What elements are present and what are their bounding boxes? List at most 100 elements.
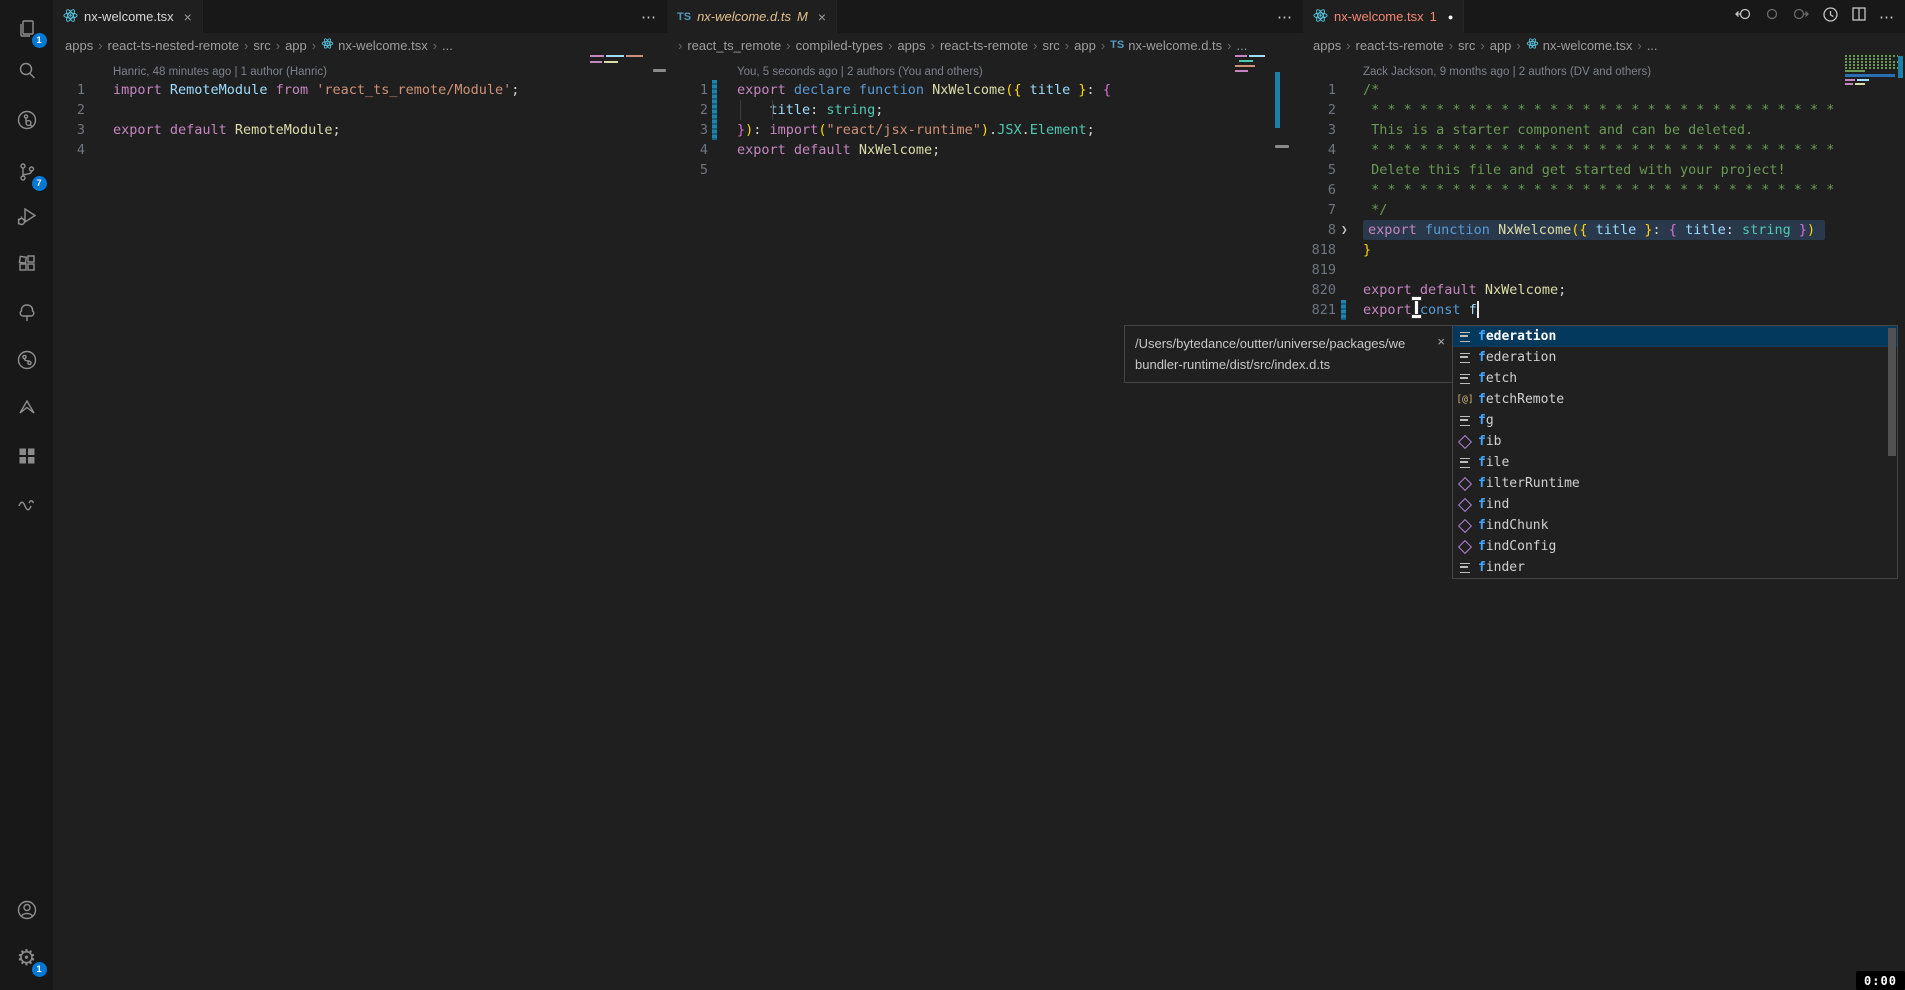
line-number[interactable]: 4 bbox=[667, 140, 708, 160]
suggest-item-findConfig[interactable]: findConfig bbox=[1453, 536, 1897, 557]
gitlens-inspect-icon[interactable] bbox=[13, 106, 41, 134]
extensions-icon[interactable] bbox=[13, 250, 41, 278]
tab-nx-welcome-tsx-left[interactable]: nx-welcome.tsx × bbox=[53, 0, 203, 33]
line-number[interactable]: 820 bbox=[1303, 280, 1336, 300]
line-number[interactable]: 3 bbox=[53, 120, 85, 140]
line-number[interactable]: 2 bbox=[53, 100, 85, 120]
split-editor-icon[interactable] bbox=[1851, 6, 1867, 27]
code-line[interactable]: 1/* bbox=[1303, 80, 1905, 100]
line-number[interactable]: 818 bbox=[1303, 240, 1336, 260]
code-line[interactable]: 4 * * * * * * * * * * * * * * * * * * * … bbox=[1303, 140, 1905, 160]
line-number[interactable]: 6 bbox=[1303, 180, 1336, 200]
line-number[interactable]: 7 bbox=[1303, 200, 1336, 220]
code-line[interactable]: 1export declare function NxWelcome({ tit… bbox=[667, 80, 1303, 100]
close-icon[interactable]: × bbox=[1433, 331, 1445, 352]
line-number[interactable]: 1 bbox=[53, 80, 85, 100]
breadcrumb-item[interactable]: apps bbox=[65, 38, 93, 53]
account-icon[interactable] bbox=[13, 896, 41, 924]
line-number[interactable]: 2 bbox=[667, 100, 708, 120]
breadcrumb-item[interactable]: ... bbox=[1647, 38, 1658, 53]
suggest-item-federation[interactable]: federation bbox=[1453, 326, 1897, 347]
line-number[interactable]: 821 bbox=[1303, 300, 1336, 320]
line-number[interactable]: 4 bbox=[1303, 140, 1336, 160]
line-number[interactable]: 1 bbox=[1303, 80, 1336, 100]
suggest-item-federation[interactable]: federation bbox=[1453, 347, 1897, 368]
code-line[interactable]: 2 * * * * * * * * * * * * * * * * * * * … bbox=[1303, 100, 1905, 120]
line-number[interactable]: 5 bbox=[667, 160, 708, 180]
suggest-scrollbar[interactable] bbox=[1888, 328, 1896, 456]
search-icon[interactable] bbox=[13, 57, 41, 85]
breadcrumb-item[interactable]: apps bbox=[1313, 38, 1341, 53]
editor-more-actions-icon[interactable]: ⋯ bbox=[641, 8, 657, 26]
code-line[interactable]: 819 bbox=[1303, 260, 1905, 280]
code-line[interactable]: 7 */ bbox=[1303, 200, 1905, 220]
code-line[interactable]: 3 This is a starter component and can be… bbox=[1303, 120, 1905, 140]
open-previous-change-icon[interactable] bbox=[1734, 6, 1752, 27]
suggest-item-findChunk[interactable]: findChunk bbox=[1453, 515, 1897, 536]
code-line[interactable]: 5 Delete this file and get started with … bbox=[1303, 160, 1905, 180]
suggest-item-filterRuntime[interactable]: filterRuntime bbox=[1453, 473, 1897, 494]
line-number[interactable]: 1 bbox=[667, 80, 708, 100]
testing-tree-icon[interactable] bbox=[13, 299, 41, 327]
tab-nx-welcome-dts[interactable]: TS nx-welcome.d.ts M × bbox=[667, 0, 837, 33]
git-blame-annotation[interactable]: Zack Jackson, 9 months ago | 2 authors (… bbox=[1303, 57, 1905, 80]
file-history-icon[interactable] bbox=[1822, 6, 1839, 28]
git-blame-annotation[interactable]: You, 5 seconds ago | 2 authors (You and … bbox=[667, 57, 1303, 80]
breadcrumb-item[interactable]: nx-welcome.tsx bbox=[1526, 37, 1633, 53]
code-editor[interactable]: Hanric, 48 minutes ago | 1 author (Hanri… bbox=[53, 57, 667, 990]
tab-close-icon[interactable]: × bbox=[818, 9, 826, 25]
code-line[interactable]: 4export default NxWelcome; bbox=[667, 140, 1303, 160]
dashboard-grid-icon[interactable] bbox=[13, 442, 41, 470]
suggest-item-file[interactable]: file bbox=[1453, 452, 1897, 473]
suggest-item-fetch[interactable]: fetch bbox=[1453, 368, 1897, 389]
run-debug-icon[interactable] bbox=[13, 202, 41, 230]
suggest-item-finder[interactable]: finder bbox=[1453, 557, 1897, 578]
code-line[interactable]: 2 bbox=[53, 100, 667, 120]
breadcrumb-item[interactable]: src bbox=[1458, 38, 1475, 53]
breadcrumb-item[interactable]: ... bbox=[1237, 38, 1248, 53]
suggest-item-fg[interactable]: fg bbox=[1453, 410, 1897, 431]
breadcrumb-item[interactable]: react-ts-remote bbox=[1356, 38, 1444, 53]
suggest-item-fib[interactable]: fib bbox=[1453, 431, 1897, 452]
breadcrumb-item[interactable]: TSnx-welcome.d.ts bbox=[1110, 38, 1222, 53]
code-line[interactable]: 1import RemoteModule from 'react_ts_remo… bbox=[53, 80, 667, 100]
commit-graph-icon[interactable] bbox=[13, 346, 41, 374]
breadcrumb-item[interactable]: app bbox=[1074, 38, 1096, 53]
suggest-item-fetchRemote[interactable]: [@]fetchRemote bbox=[1453, 389, 1897, 410]
breadcrumb-item[interactable]: src bbox=[253, 38, 270, 53]
compare-circle-icon[interactable] bbox=[1764, 6, 1780, 27]
breadcrumb-item[interactable]: react_ts_remote bbox=[687, 38, 781, 53]
minimap[interactable] bbox=[1235, 55, 1247, 57]
git-blame-annotation[interactable]: Hanric, 48 minutes ago | 1 author (Hanri… bbox=[53, 57, 667, 80]
code-line[interactable]: 818} bbox=[1303, 240, 1905, 260]
code-line[interactable]: 5 bbox=[667, 160, 1303, 180]
breadcrumb-item[interactable]: nx-welcome.tsx bbox=[321, 37, 428, 53]
line-number[interactable]: 2 bbox=[1303, 100, 1336, 120]
breadcrumb-item[interactable]: app bbox=[285, 38, 307, 53]
nx-console-icon[interactable] bbox=[13, 394, 41, 422]
breadcrumb-item[interactable]: apps bbox=[897, 38, 925, 53]
editor-more-actions-icon[interactable]: ⋯ bbox=[1879, 8, 1895, 26]
line-number[interactable]: 8 bbox=[1303, 220, 1336, 240]
fold-chevron-icon[interactable]: ❯ bbox=[1341, 220, 1348, 240]
explorer-icon[interactable]: 1 bbox=[13, 15, 41, 43]
code-line[interactable]: 8export function NxWelcome({ title }: { … bbox=[1303, 220, 1905, 240]
code-editor[interactable]: You, 5 seconds ago | 2 authors (You and … bbox=[667, 57, 1303, 990]
breadcrumb-item[interactable]: react-ts-remote bbox=[940, 38, 1028, 53]
source-control-icon[interactable]: 7 bbox=[13, 158, 41, 186]
breadcrumb-item[interactable]: ... bbox=[442, 38, 453, 53]
suggest-item-find[interactable]: find bbox=[1453, 494, 1897, 515]
open-next-change-icon[interactable] bbox=[1792, 6, 1810, 27]
line-number[interactable]: 819 bbox=[1303, 260, 1336, 280]
breadcrumb-item[interactable]: compiled-types bbox=[796, 38, 883, 53]
tab-close-icon[interactable]: × bbox=[184, 9, 192, 25]
tab-nx-welcome-tsx-right[interactable]: nx-welcome.tsx 1 ● bbox=[1303, 0, 1464, 33]
line-number[interactable]: 3 bbox=[1303, 120, 1336, 140]
minimap[interactable] bbox=[590, 55, 604, 57]
line-number[interactable]: 4 bbox=[53, 140, 85, 160]
editor-more-actions-icon[interactable]: ⋯ bbox=[1277, 8, 1293, 26]
breadcrumb-item[interactable]: src bbox=[1042, 38, 1059, 53]
code-line[interactable]: 3export default RemoteModule; bbox=[53, 120, 667, 140]
line-number[interactable]: 3 bbox=[667, 120, 708, 140]
breadcrumb-item[interactable]: app bbox=[1490, 38, 1512, 53]
